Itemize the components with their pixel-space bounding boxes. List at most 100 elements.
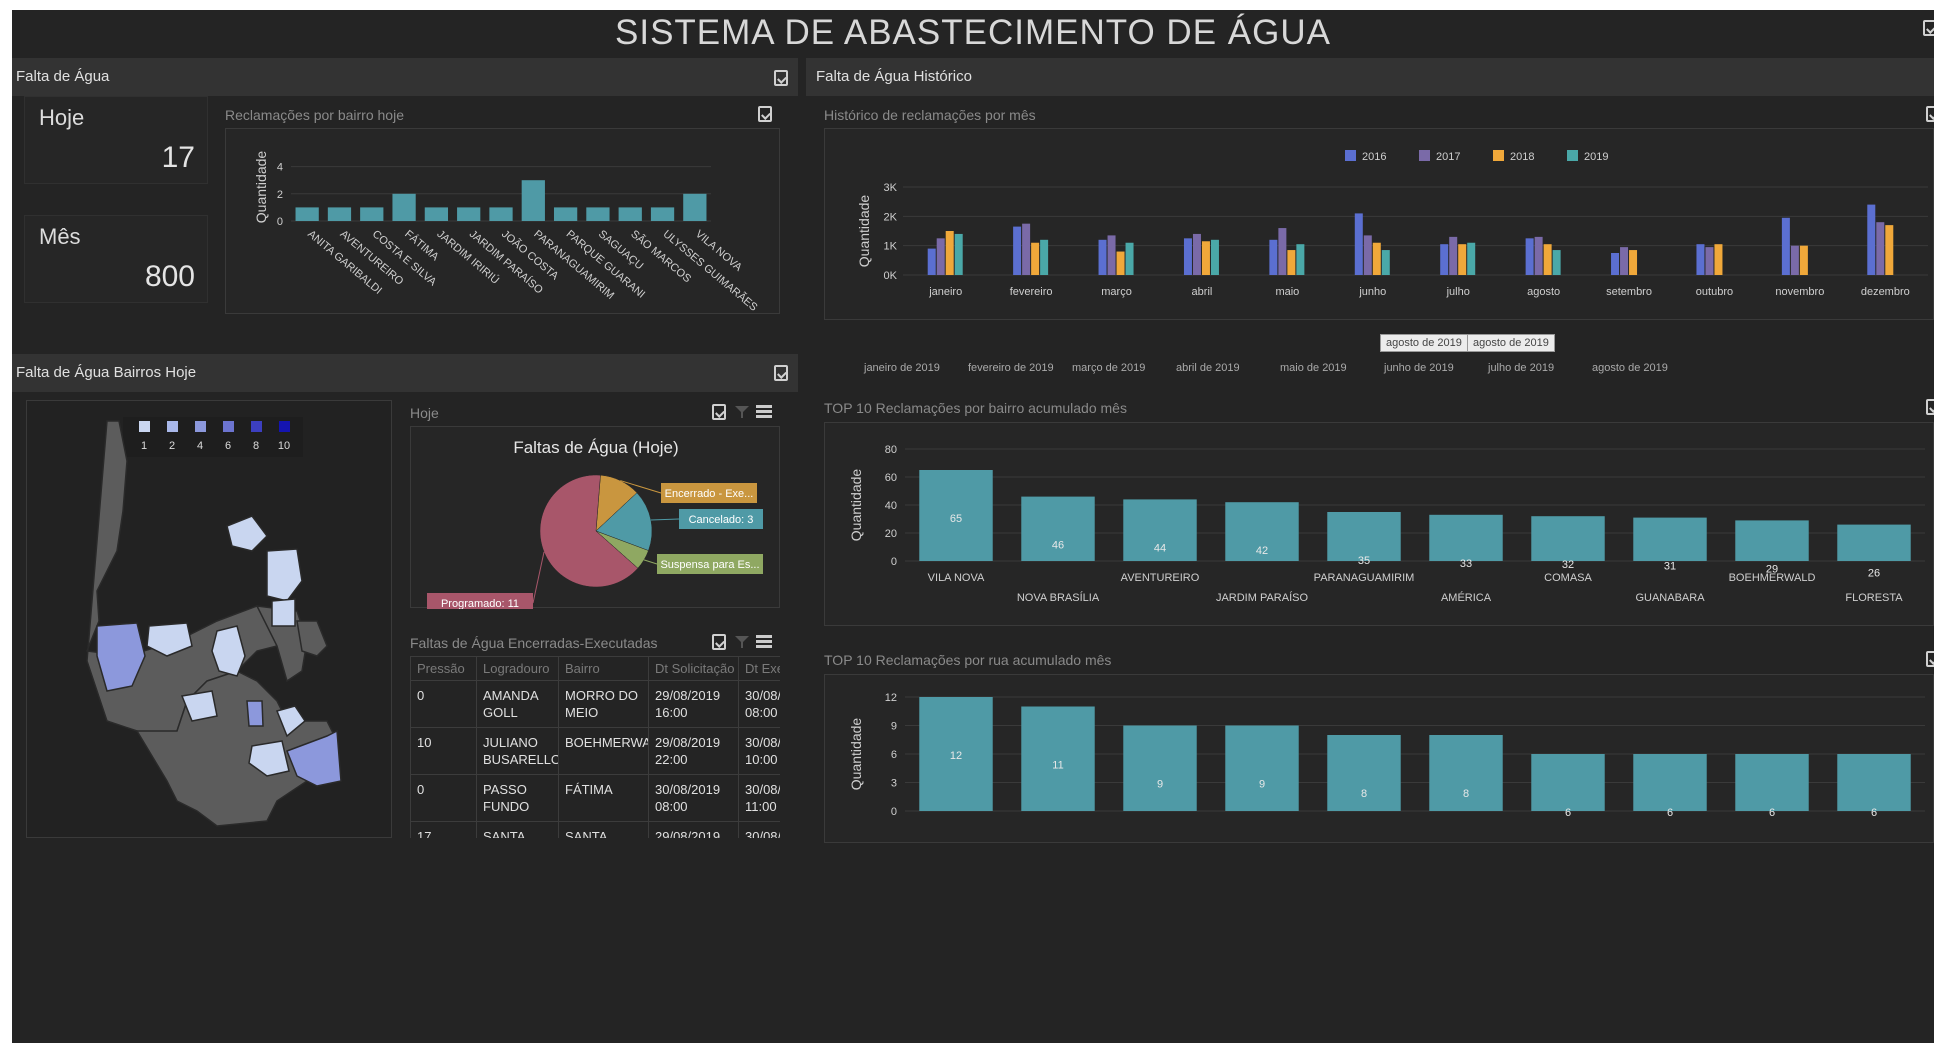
bar bbox=[618, 207, 642, 221]
range-start-handle[interactable]: agosto de 2019 bbox=[1380, 334, 1468, 352]
bar bbox=[1123, 725, 1197, 811]
table-cell: 29/08/2019 22:00 bbox=[648, 727, 739, 775]
y-tick-label: 1K bbox=[884, 241, 898, 253]
bar bbox=[1363, 235, 1372, 275]
table-row[interactable]: 0 AMANDA GOLL MORRO DO MEIO 29/08/2019 16:0… bbox=[410, 680, 780, 728]
bar bbox=[1040, 239, 1049, 275]
map-panel[interactable]: 1 2 4 6 8 10 bbox=[26, 400, 392, 838]
y-tick-label: 80 bbox=[885, 444, 897, 456]
data-label: 9 bbox=[1259, 779, 1265, 791]
table-row[interactable]: 10JULIANO BUSARELLOBOEHMERWALD29/08/2019… bbox=[410, 727, 780, 775]
y-tick-label: 2 bbox=[277, 189, 283, 201]
table-cell: 10 bbox=[410, 727, 477, 775]
bar bbox=[1327, 512, 1401, 561]
export-icon[interactable] bbox=[1923, 20, 1934, 36]
column-header[interactable]: Dt Solicitação bbox=[648, 656, 739, 681]
bar bbox=[1735, 520, 1809, 561]
bar bbox=[945, 231, 954, 275]
bar bbox=[1269, 239, 1278, 275]
grid-view-icon[interactable] bbox=[756, 405, 772, 419]
encerradas-table-wrap: Pressão Logradouro Bairro Dt Solicitação Dt … bbox=[410, 656, 780, 838]
section-falta-agua-header: Falta de Água bbox=[12, 58, 798, 96]
y-tick-label: 40 bbox=[885, 500, 897, 512]
range-axis-label: agosto de 2019 bbox=[1592, 362, 1668, 374]
column-header[interactable]: Pressão bbox=[410, 656, 477, 681]
column-header[interactable]: Logradouro bbox=[476, 656, 559, 681]
y-tick-label: 0K bbox=[884, 270, 898, 282]
bar bbox=[1620, 247, 1629, 275]
map-legend: 1 2 4 6 8 10 bbox=[123, 417, 303, 457]
legend-swatch bbox=[1493, 150, 1504, 161]
x-tick-label: março bbox=[1101, 286, 1132, 298]
export-icon[interactable] bbox=[1926, 106, 1934, 122]
table-cell: 29/08/2019 19:00 bbox=[648, 821, 739, 838]
column-header[interactable]: Dt Execuç bbox=[738, 656, 780, 681]
export-icon[interactable] bbox=[774, 365, 788, 381]
table-cell: SANTA CATARINA bbox=[476, 821, 559, 838]
data-label: 33 bbox=[1460, 558, 1472, 570]
table-row[interactable]: 0PASSO FUNDOFÁTIMA30/08/2019 08:0030/08/… bbox=[410, 774, 780, 822]
chart-top-bairro: Quantidade 0 20 40 60 80 65 VILA NOVA 46 NOVA BRA… bbox=[848, 444, 1925, 604]
range-selector[interactable]: agosto de 2019 agosto de 2019 janeiro de… bbox=[824, 330, 1934, 380]
pie-label: Suspensa para Es... bbox=[660, 559, 759, 571]
neighborhood-map[interactable]: 1 2 4 6 8 10 bbox=[27, 401, 393, 839]
export-icon[interactable] bbox=[1926, 399, 1934, 415]
x-tick-label: NOVA BRASÍLIA bbox=[1017, 591, 1100, 604]
pie-leader-line bbox=[532, 551, 545, 604]
table-row[interactable]: 17SANTA CATARINASANTA CATARINA29/08/2019… bbox=[410, 821, 780, 838]
bar bbox=[1278, 228, 1287, 275]
y-tick-label: 20 bbox=[885, 528, 897, 540]
legend-label: 1 bbox=[141, 440, 147, 452]
export-icon[interactable] bbox=[712, 404, 726, 420]
bar bbox=[1629, 250, 1638, 275]
map-region-aventureiro[interactable] bbox=[266, 548, 303, 602]
column-header[interactable]: Bairro bbox=[558, 656, 649, 681]
table-cell: 30/08/201 08:00 bbox=[738, 680, 780, 728]
bar bbox=[1467, 242, 1476, 275]
legend-label: 2018 bbox=[1510, 151, 1534, 163]
range-start-label: agosto de 2019 bbox=[1386, 337, 1462, 349]
export-icon[interactable] bbox=[1926, 651, 1934, 667]
chart-top-rua-panel: Quantidade 0 3 6 9 12 12 11 9 9 8 8 6 6 6 6 bbox=[824, 674, 1934, 843]
range-axis-label: julho de 2019 bbox=[1488, 362, 1555, 374]
bar bbox=[1354, 213, 1363, 275]
bar bbox=[295, 207, 319, 221]
bar bbox=[1210, 239, 1219, 275]
bar bbox=[954, 233, 963, 275]
export-icon[interactable] bbox=[758, 106, 772, 122]
filter-icon[interactable] bbox=[734, 405, 750, 419]
legend-label: 2017 bbox=[1436, 151, 1460, 163]
map-region-east[interactable] bbox=[296, 620, 328, 657]
x-tick-label: GUANABARA bbox=[1635, 592, 1705, 604]
range-axis-label: junho de 2019 bbox=[1384, 362, 1454, 374]
map-region-costa-e-silva[interactable] bbox=[226, 515, 268, 552]
bar bbox=[1107, 235, 1116, 275]
table-cell: 30/08/201 11:00 bbox=[738, 774, 780, 822]
bar bbox=[1116, 251, 1125, 275]
map-region-boehmerwald[interactable] bbox=[246, 700, 264, 727]
range-end-handle[interactable]: agosto de 2019 bbox=[1467, 334, 1555, 352]
grid-view-icon[interactable] bbox=[756, 635, 772, 649]
bar bbox=[1534, 236, 1543, 275]
bar bbox=[1552, 250, 1561, 275]
bar bbox=[1531, 754, 1605, 811]
x-tick-label: fevereiro bbox=[1010, 286, 1053, 298]
bar bbox=[553, 207, 578, 221]
export-icon[interactable] bbox=[774, 70, 788, 86]
export-icon[interactable] bbox=[712, 634, 726, 650]
pie-label: Encerrado - Exe... bbox=[665, 488, 754, 500]
bar bbox=[1192, 233, 1201, 275]
pie-label: Cancelado: 3 bbox=[689, 514, 754, 526]
bar bbox=[521, 180, 545, 221]
section-historico-header: Falta de Água Histórico bbox=[806, 58, 1934, 96]
data-label: 9 bbox=[1157, 779, 1163, 791]
legend-label: 10 bbox=[278, 440, 290, 452]
filter-icon[interactable] bbox=[734, 635, 750, 649]
bar bbox=[1381, 250, 1390, 275]
map-region-saguacu[interactable] bbox=[271, 598, 296, 627]
bar bbox=[1098, 239, 1107, 275]
table-header-row: Pressão Logradouro Bairro Dt Solicitação Dt … bbox=[410, 656, 780, 681]
bar bbox=[1022, 223, 1031, 275]
bar bbox=[1790, 245, 1799, 275]
pie-header: Hoje bbox=[410, 405, 439, 421]
